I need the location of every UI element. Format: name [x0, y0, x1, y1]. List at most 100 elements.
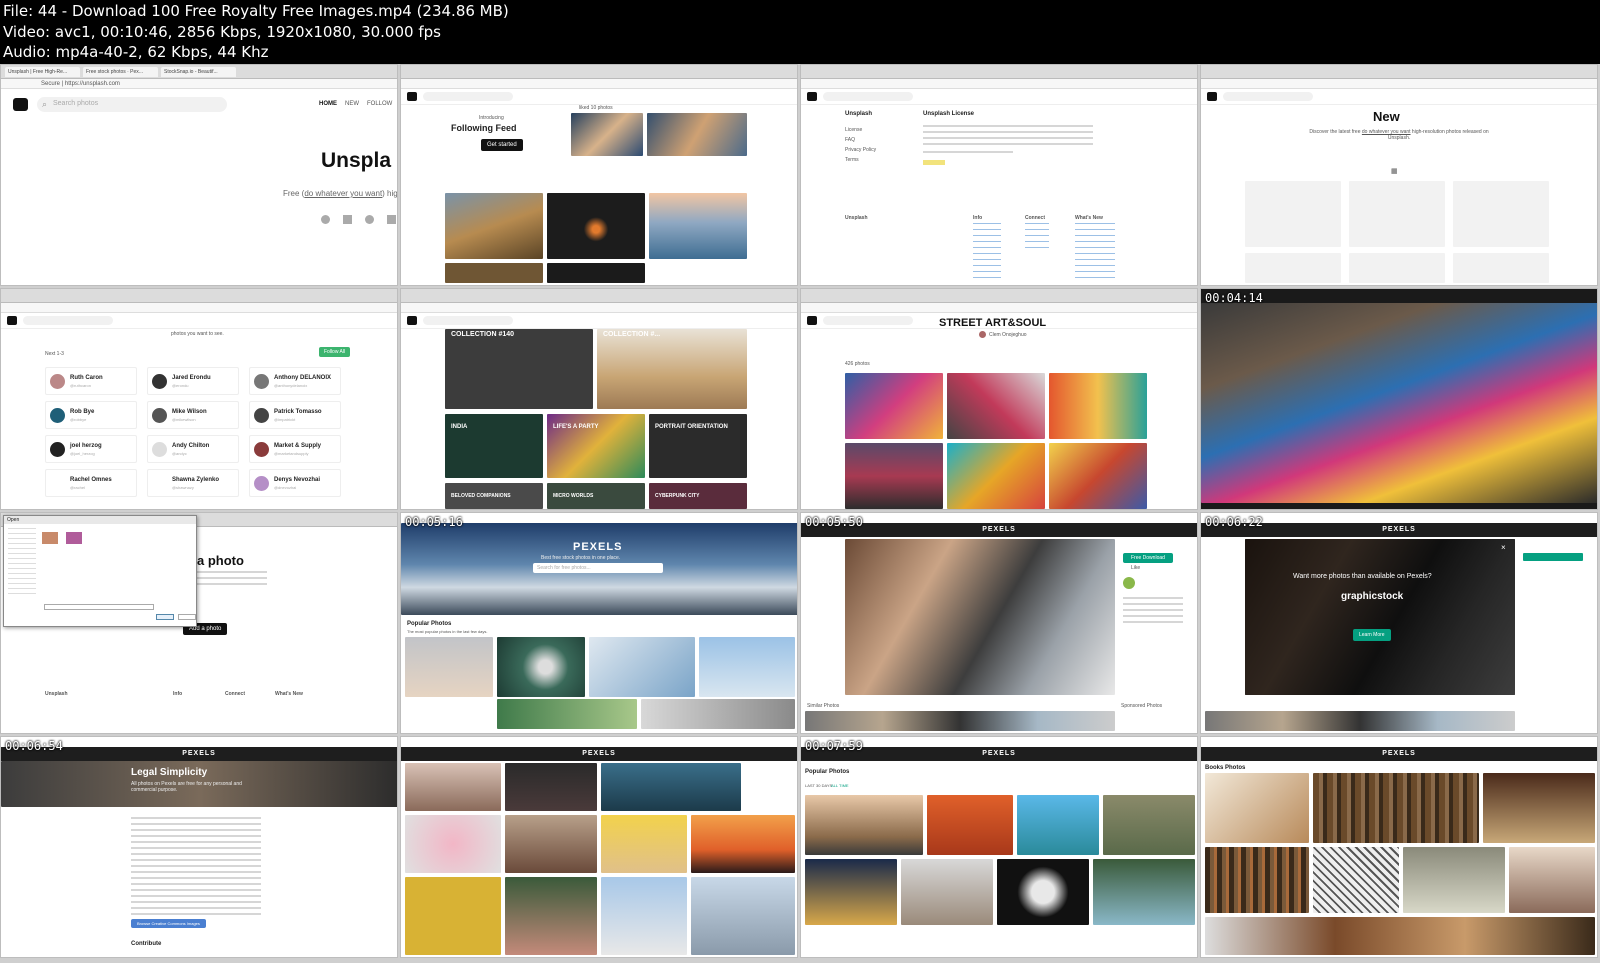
photo-thumb[interactable]: [845, 443, 943, 509]
camera-logo-icon[interactable]: [407, 92, 417, 101]
camera-logo-icon[interactable]: [7, 316, 17, 325]
photo-thumb[interactable]: [691, 815, 795, 873]
photo-thumb[interactable]: [1093, 859, 1195, 925]
photo-thumb[interactable]: [805, 795, 923, 855]
collection-card[interactable]: COLLECTION #...: [597, 329, 747, 409]
collection-card[interactable]: INDIA: [445, 414, 543, 478]
photo-thumb[interactable]: [1509, 847, 1595, 913]
photo-thumb[interactable]: [601, 877, 687, 955]
person-card[interactable]: Rob Bye @robbye: [45, 401, 137, 429]
file-thumb[interactable]: [42, 532, 58, 544]
person-card[interactable]: Ruth Caron @ruthcaron: [45, 367, 137, 395]
collection-card[interactable]: MICRO WORLDS: [547, 483, 645, 509]
photo-thumb[interactable]: [505, 815, 597, 873]
camera-logo-icon[interactable]: [13, 98, 28, 111]
cancel-button[interactable]: [178, 614, 196, 620]
photo-thumb[interactable]: [1049, 443, 1147, 509]
filename-input[interactable]: [44, 604, 154, 610]
photo-thumb[interactable]: [571, 113, 643, 156]
photo-thumb[interactable]: [947, 443, 1045, 509]
medium-icon[interactable]: [387, 215, 396, 224]
pexels-logo[interactable]: PEXELS: [573, 541, 622, 553]
pexels-logo[interactable]: PEXELS: [1382, 750, 1416, 757]
photo-thumb[interactable]: [1049, 373, 1147, 439]
nav-home[interactable]: HOME: [319, 101, 337, 107]
photo-thumb[interactable]: [497, 637, 585, 697]
photo-thumb[interactable]: [547, 263, 645, 283]
open-button[interactable]: [156, 614, 174, 620]
address-bar[interactable]: [801, 303, 1197, 313]
photo-thumb[interactable]: [1205, 917, 1595, 955]
camera-logo-icon[interactable]: [807, 316, 817, 325]
main-photo[interactable]: [845, 539, 1115, 695]
address-bar[interactable]: [1, 303, 397, 313]
pexels-logo[interactable]: PEXELS: [182, 750, 216, 757]
get-started-button[interactable]: Get started: [481, 139, 523, 151]
pexels-logo[interactable]: PEXELS: [982, 526, 1016, 533]
photo-thumb[interactable]: [1103, 795, 1195, 855]
photo-thumb[interactable]: [445, 193, 543, 259]
photo-thumb[interactable]: [901, 859, 993, 925]
camera-logo-icon[interactable]: [1207, 92, 1217, 101]
photo-thumb[interactable]: [445, 263, 543, 283]
browser-tab[interactable]: Free stock photos · Pex...: [83, 67, 158, 77]
grid-view-icon[interactable]: ▦: [1391, 167, 1398, 175]
address-bar[interactable]: [801, 79, 1197, 89]
search-input[interactable]: [423, 316, 513, 325]
photo-thumb[interactable]: [691, 877, 795, 955]
camera-logo-icon[interactable]: [407, 316, 417, 325]
person-card[interactable]: Shawna Zylenko @shawnazy: [147, 469, 239, 497]
photo-thumb[interactable]: [405, 815, 501, 873]
follow-all-button[interactable]: Follow All: [319, 347, 351, 357]
photo-strip[interactable]: [805, 711, 1115, 731]
photo-thumb[interactable]: [947, 373, 1045, 439]
tab-last-30-days[interactable]: LAST 30 DAYS: [805, 783, 832, 788]
photo-thumb[interactable]: [1017, 795, 1099, 855]
download-button[interactable]: [1523, 553, 1583, 561]
photo-strip[interactable]: [1205, 711, 1515, 731]
photo-thumb[interactable]: [505, 763, 597, 811]
person-card[interactable]: Mike Wilson @mikewilson: [147, 401, 239, 429]
search-input[interactable]: Search for free photos...: [533, 563, 663, 573]
address-bar[interactable]: [401, 303, 797, 313]
nav-new[interactable]: NEW: [345, 101, 359, 107]
fullscreen-photo[interactable]: [1201, 303, 1597, 503]
tagline-link[interactable]: do whatever you want: [304, 189, 382, 198]
photo-thumb[interactable]: [927, 795, 1013, 855]
person-card[interactable]: Rachel Omnes @rachel: [45, 469, 137, 497]
photo-thumb[interactable]: [1313, 773, 1479, 843]
sidebar-link[interactable]: FAQ: [845, 137, 855, 143]
search-input[interactable]: ⌕ Search photos: [37, 97, 227, 112]
photo-thumb[interactable]: [405, 763, 501, 811]
photo-thumb[interactable]: [505, 877, 597, 955]
address-bar[interactable]: [401, 79, 797, 89]
sidebar-link[interactable]: License: [845, 127, 862, 133]
photo-thumb[interactable]: [1403, 847, 1505, 913]
camera-logo-icon[interactable]: [807, 92, 817, 101]
file-open-dialog[interactable]: Open: [3, 515, 197, 627]
browse-cc-button[interactable]: Browse Creative Commons Images: [131, 919, 206, 928]
photo-thumb[interactable]: [1483, 773, 1595, 843]
search-input[interactable]: [1223, 92, 1313, 101]
sidebar-link[interactable]: Terms: [845, 157, 859, 163]
person-card[interactable]: Andy Chilton @andyc: [147, 435, 239, 463]
collection-card[interactable]: PORTRAIT ORIENTATION: [649, 414, 747, 478]
close-icon[interactable]: ×: [1501, 543, 1506, 552]
photo-thumb[interactable]: [649, 193, 747, 259]
twitter-icon[interactable]: [321, 215, 330, 224]
person-card[interactable]: Jared Erondu @erondu: [147, 367, 239, 395]
photo-thumb[interactable]: [845, 373, 943, 439]
photo-thumb[interactable]: [1313, 847, 1399, 913]
address-bar[interactable]: [1201, 79, 1597, 89]
photo-thumb[interactable]: [601, 815, 687, 873]
file-thumb[interactable]: [66, 532, 82, 544]
address-bar[interactable]: Secure | https://unsplash.com: [1, 79, 397, 89]
photo-thumb[interactable]: [497, 699, 637, 729]
photo-thumb[interactable]: [589, 637, 695, 697]
learn-more-button[interactable]: Learn More: [1353, 629, 1391, 641]
pexels-logo[interactable]: PEXELS: [582, 750, 616, 757]
facebook-icon[interactable]: [343, 215, 352, 224]
search-input[interactable]: [423, 92, 513, 101]
tab-all-time[interactable]: ALL TIME: [831, 783, 849, 788]
sidebar-link[interactable]: Privacy Policy: [845, 147, 876, 153]
